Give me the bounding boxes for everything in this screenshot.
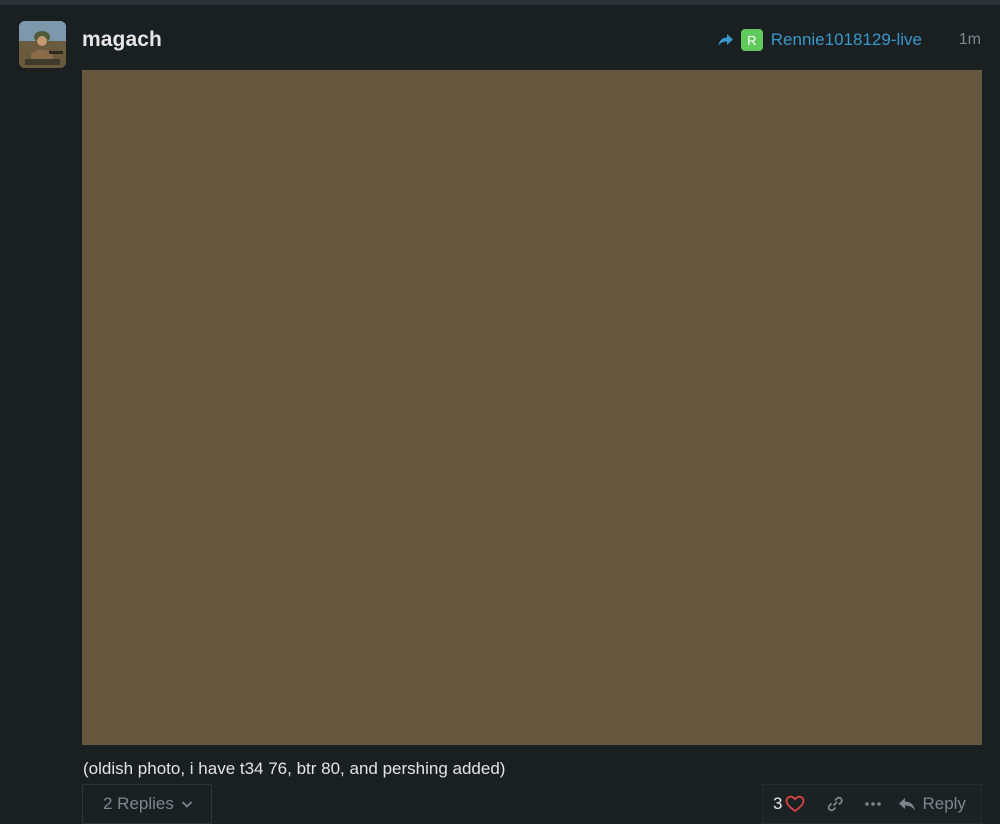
reply-to-avatar: R [740, 29, 763, 51]
username[interactable]: magach [82, 28, 162, 52]
show-replies-button[interactable]: 2 Replies [82, 784, 212, 824]
reply-arrow-icon [717, 31, 735, 49]
reply-label: Reply [922, 794, 966, 813]
reply-icon [897, 795, 917, 813]
post: magach R Rennie1018129-live 1m (oldish p… [0, 0, 1000, 824]
link-icon[interactable] [825, 795, 845, 813]
avatar[interactable] [19, 21, 66, 68]
like-button[interactable]: 3 [773, 794, 805, 814]
post-text: (oldish photo, i have t34 76, btr 80, an… [83, 759, 506, 778]
replies-label: 2 Replies [103, 794, 174, 813]
reply-to-username: Rennie1018129-live [770, 30, 922, 49]
reply-button[interactable]: Reply [897, 794, 966, 814]
avatar-image [19, 21, 66, 68]
heart-icon [785, 795, 805, 813]
post-date[interactable]: 1m [959, 31, 981, 49]
more-icon[interactable] [863, 795, 883, 813]
post-actions: 3 Reply [762, 784, 982, 824]
post-image[interactable] [82, 70, 982, 745]
reply-to-tab[interactable]: R Rennie1018129-live [717, 29, 922, 51]
like-count: 3 [773, 794, 783, 813]
chevron-down-icon [180, 797, 194, 811]
